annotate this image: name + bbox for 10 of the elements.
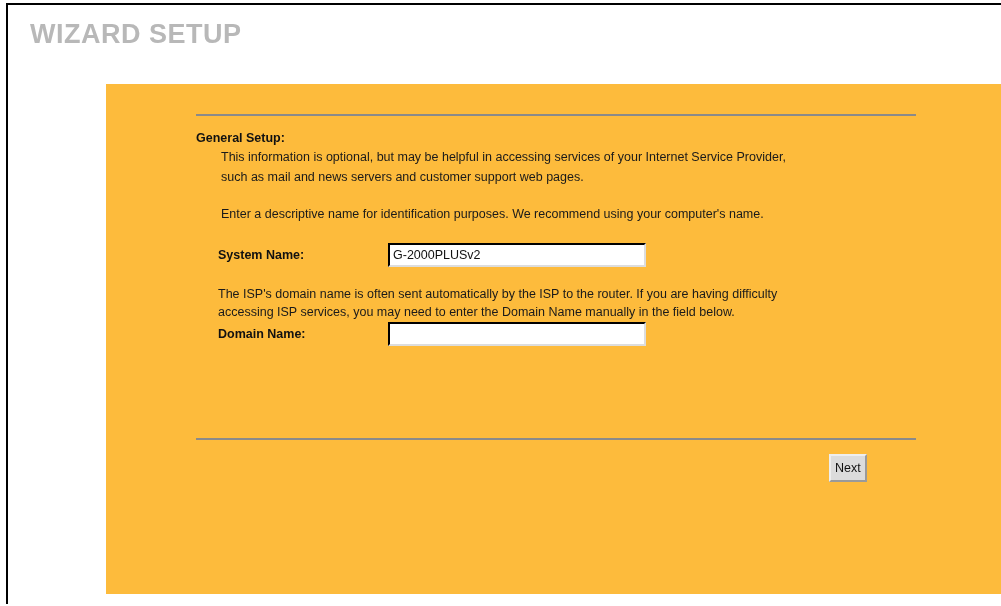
system-name-field[interactable]: G-2000PLUSv2 bbox=[388, 243, 646, 267]
next-button[interactable]: Next bbox=[829, 454, 867, 482]
description-text: This information is optional, but may be helpful in accessing services of your Internet Service Provider, such as mail and news servers and customer support web pages. bbox=[221, 149, 787, 186]
description-text: The ISP's domain name is often sent automatically by the ISP to the router. If you are having difficulty accessing ISP services, you may need to enter the Domain Name manually in the field below. bbox=[218, 286, 779, 321]
page-title: WIZARD SETUP bbox=[30, 18, 243, 50]
description-text: Enter a descriptive name for identification purposes. We recommend using your computer's name. bbox=[221, 206, 765, 223]
field-label: Domain Name: bbox=[218, 327, 307, 341]
field-label: System Name: bbox=[218, 248, 306, 262]
domain-name-field[interactable] bbox=[388, 322, 646, 346]
section-heading: General Setup: bbox=[196, 130, 286, 146]
